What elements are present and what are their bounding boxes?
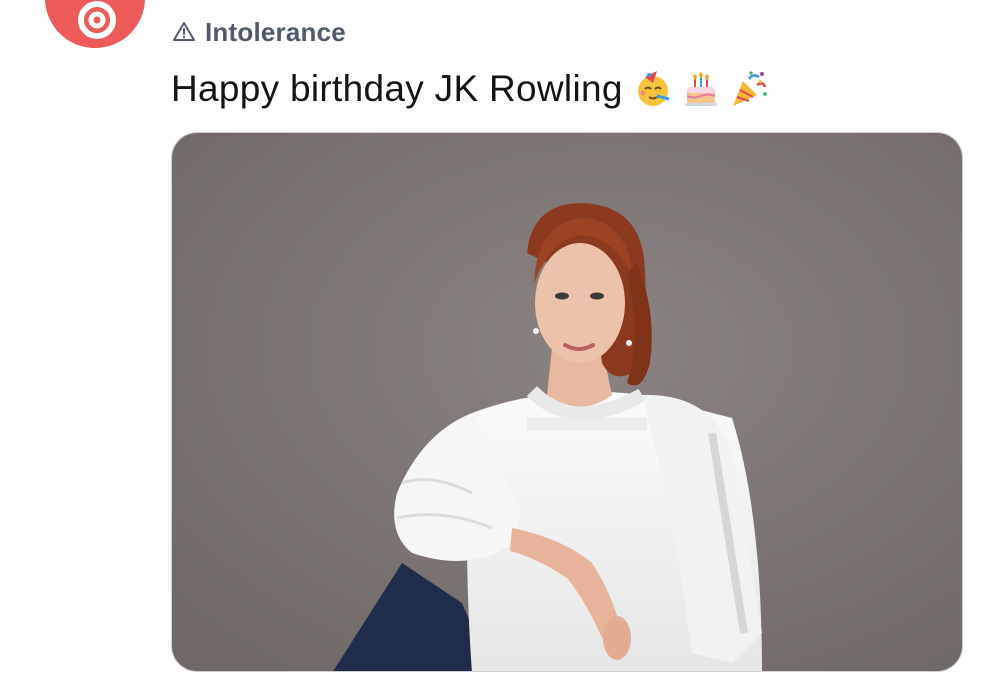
community-avatar[interactable] [45, 0, 145, 48]
partying-face-icon [637, 71, 670, 106]
birthday-cake-icon [684, 72, 717, 106]
post-title[interactable]: Happy birthday JK Rowling [171, 68, 623, 110]
post-card: Intolerance Happy birthday JK Rowling [0, 0, 1000, 689]
post-image[interactable] [171, 132, 963, 672]
warning-triangle-icon [173, 22, 195, 41]
at-sign-icon [45, 0, 145, 48]
emoji-group [633, 69, 769, 109]
post-title-row[interactable]: Happy birthday JK Rowling [171, 64, 769, 114]
party-popper-icon [732, 71, 767, 106]
portrait-photo [172, 133, 962, 671]
community-name[interactable]: Intolerance [205, 17, 346, 48]
community-link[interactable]: Intolerance [172, 14, 346, 50]
